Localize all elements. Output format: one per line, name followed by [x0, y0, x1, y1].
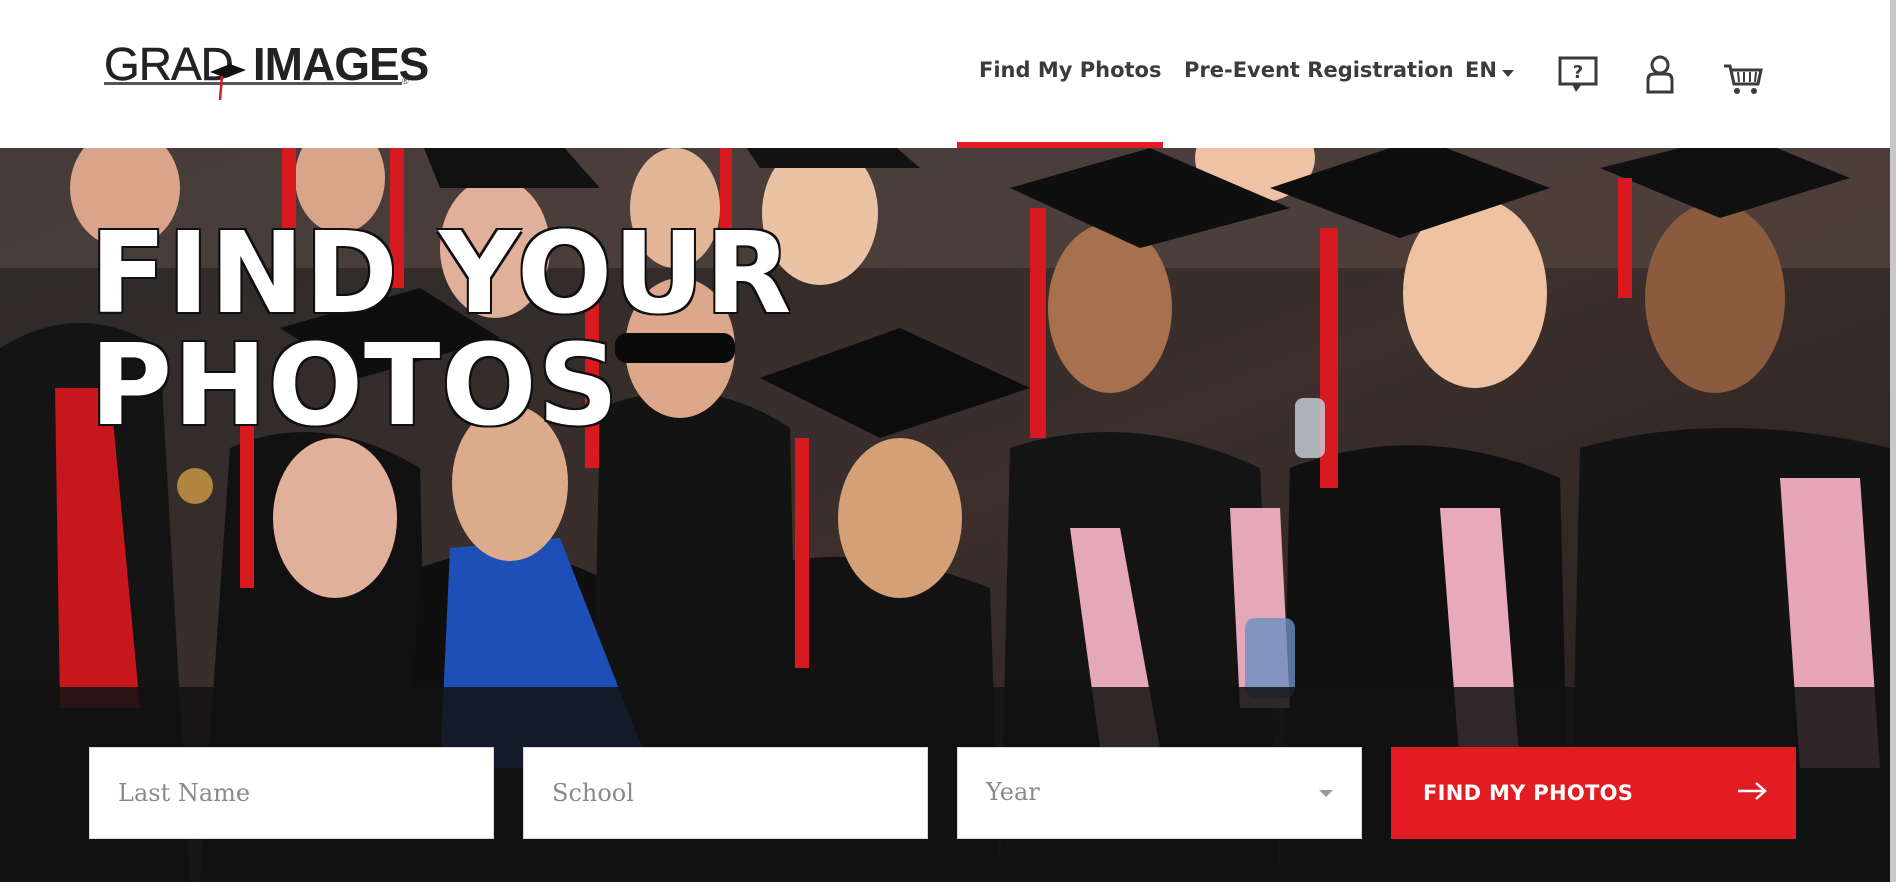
last-name-input[interactable] [90, 748, 493, 838]
hero-title-line-1: FIND YOUR [90, 209, 793, 339]
graduation-cap-icon [210, 64, 246, 101]
arrow-right-icon [1738, 782, 1767, 800]
shopping-cart-icon[interactable] [1722, 62, 1764, 96]
school-field-wrapper [523, 747, 928, 839]
page-scrollbar-thumb[interactable] [1890, 0, 1896, 882]
chevron-down-icon [1502, 70, 1514, 77]
photo-search-bar: Year FIND MY PHOTOS [0, 687, 1890, 882]
logo-underline [104, 82, 402, 85]
find-my-photos-button[interactable]: FIND MY PHOTOS [1391, 747, 1796, 839]
hero-title-line-2: PHOTOS [90, 321, 620, 451]
hero-section: FIND YOUR PHOTOS Year FIND MY PHOTOS [0, 148, 1890, 882]
user-account-icon[interactable] [1645, 54, 1675, 94]
last-name-field-wrapper [89, 747, 494, 839]
site-header: GRAD IMAGES ® Find My Photos Pre-Event Re… [0, 0, 1890, 148]
gradimages-logo[interactable]: GRAD IMAGES ® [104, 36, 429, 104]
svg-text:?: ? [1573, 62, 1583, 83]
year-select[interactable]: Year [957, 747, 1362, 839]
year-select-placeholder: Year [986, 778, 1040, 806]
chevron-down-icon [1319, 790, 1333, 797]
nav-pre-event-registration[interactable]: Pre-Event Registration [1184, 58, 1454, 82]
nav-find-my-photos[interactable]: Find My Photos [979, 58, 1161, 82]
help-question-icon[interactable]: ? [1558, 56, 1598, 94]
find-my-photos-button-label: FIND MY PHOTOS [1423, 781, 1634, 805]
school-input[interactable] [524, 748, 927, 838]
language-selector[interactable]: EN [1465, 58, 1497, 82]
registered-mark: ® [402, 76, 409, 86]
hero-title: FIND YOUR PHOTOS [90, 218, 792, 442]
